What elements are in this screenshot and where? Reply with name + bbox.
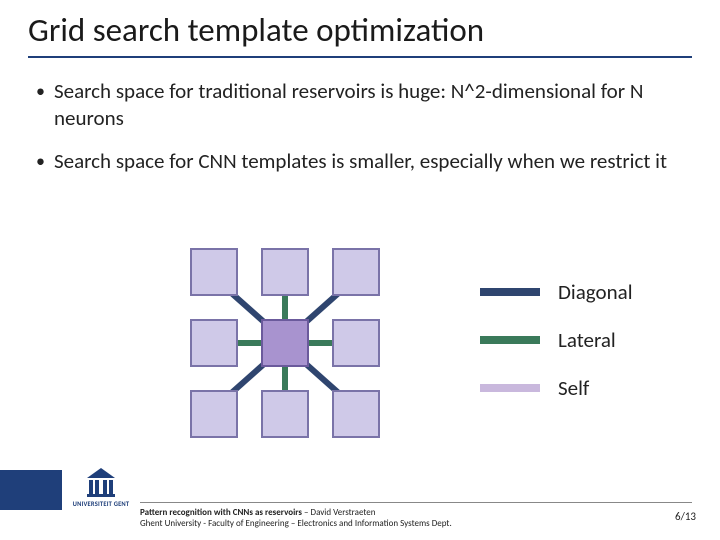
footer-text: Pattern recognition with CNNs as reservo… xyxy=(140,507,452,530)
bullet-dot-icon: • xyxy=(36,78,54,132)
footer-divider xyxy=(140,502,692,503)
bullet-item: • Search space for traditional reservoir… xyxy=(36,78,686,132)
footer-title-bold: Pattern recognition with CNNs as reservo… xyxy=(140,507,302,518)
legend-swatch-diagonal xyxy=(480,288,540,296)
logo-icon xyxy=(85,466,117,498)
page-number: 6/13 xyxy=(675,510,696,523)
slide: Grid search template optimization • Sear… xyxy=(0,0,720,540)
grid-cell xyxy=(190,248,238,296)
legend-item-lateral: Lateral xyxy=(480,316,633,364)
legend-item-self: Self xyxy=(480,364,633,412)
legend-swatch-lateral xyxy=(480,336,540,344)
legend-label: Self xyxy=(558,375,589,401)
legend-swatch-self xyxy=(480,384,540,392)
cnn-grid-diagram xyxy=(180,248,390,438)
university-logo: UNIVERSITEIT GENT xyxy=(72,466,130,508)
grid-cell-center xyxy=(261,319,309,367)
footer-accent-bar xyxy=(0,470,62,510)
footer-author: – David Verstraeten xyxy=(302,507,376,518)
title-underline xyxy=(28,56,692,58)
legend: Diagonal Lateral Self xyxy=(480,268,633,412)
grid-cell xyxy=(261,248,309,296)
bullet-list: • Search space for traditional reservoir… xyxy=(36,78,686,191)
legend-label: Diagonal xyxy=(558,279,633,305)
bullet-item: • Search space for CNN templates is smal… xyxy=(36,148,686,175)
legend-label: Lateral xyxy=(558,327,616,353)
bullet-dot-icon: • xyxy=(36,148,54,175)
bullet-text: Search space for traditional reservoirs … xyxy=(54,78,686,132)
grid-cell xyxy=(332,390,380,438)
footer-line-2: Ghent University - Faculty of Engineerin… xyxy=(140,518,452,529)
slide-title: Grid search template optimization xyxy=(28,10,484,50)
logo-text: UNIVERSITEIT GENT xyxy=(72,500,130,508)
grid-cell xyxy=(332,248,380,296)
grid-cell xyxy=(190,390,238,438)
bullet-text: Search space for CNN templates is smalle… xyxy=(54,148,686,175)
grid-cell xyxy=(332,319,380,367)
legend-item-diagonal: Diagonal xyxy=(480,268,633,316)
footer-line-1: Pattern recognition with CNNs as reservo… xyxy=(140,507,452,518)
grid-cell xyxy=(261,390,309,438)
grid-cell xyxy=(190,319,238,367)
